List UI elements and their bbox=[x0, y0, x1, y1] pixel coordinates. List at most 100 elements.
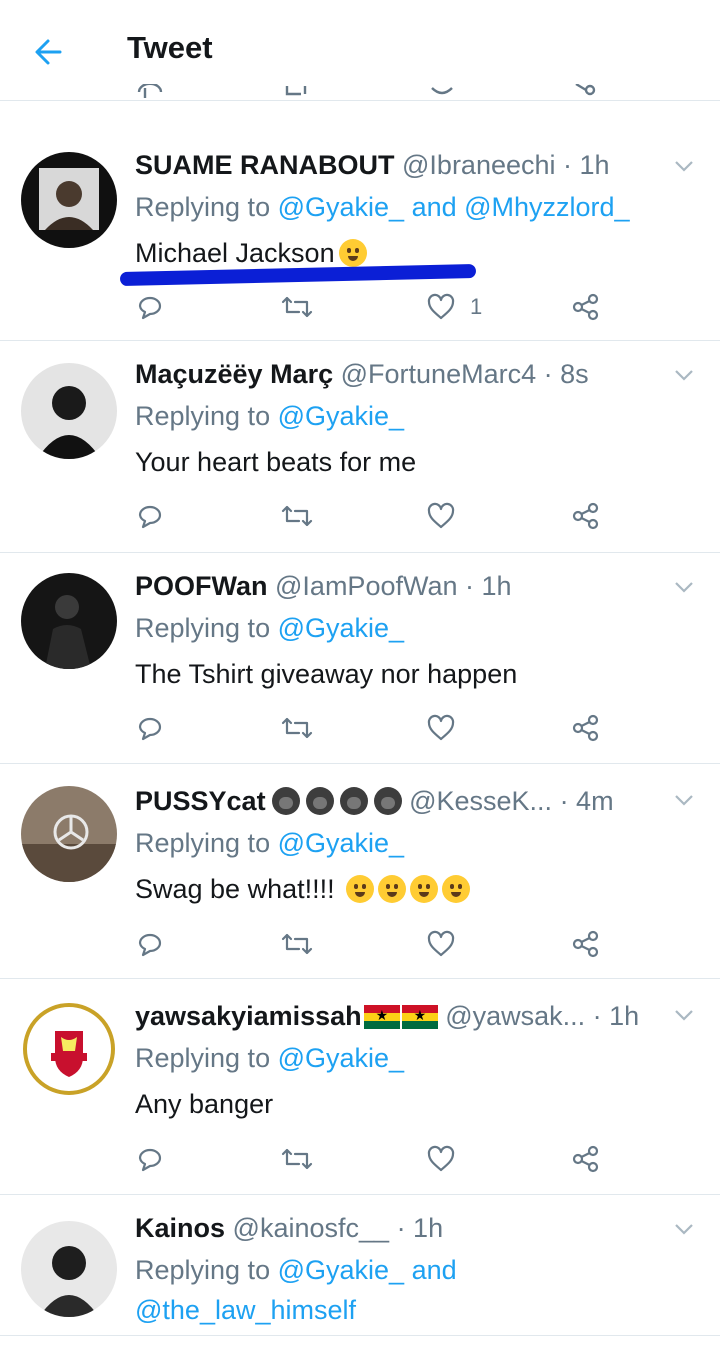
tweet-text: Any banger bbox=[135, 1089, 274, 1119]
user-handle: @yawsak... bbox=[445, 1001, 586, 1031]
share-icon bbox=[572, 502, 599, 530]
reply-icon bbox=[138, 505, 162, 529]
chevron-down-icon[interactable] bbox=[670, 1215, 698, 1243]
reply-icon[interactable] bbox=[135, 84, 165, 101]
reply-button[interactable] bbox=[135, 289, 165, 325]
gorilla-emoji-icon bbox=[271, 787, 300, 815]
retweet-icon[interactable] bbox=[281, 84, 317, 101]
retweet-icon bbox=[281, 1148, 313, 1170]
avatar[interactable] bbox=[21, 363, 117, 459]
replying-to-label: Replying to bbox=[135, 401, 271, 431]
avatar[interactable] bbox=[21, 573, 117, 669]
user-handle: @Ibraneechi bbox=[402, 150, 556, 180]
page-title: Tweet bbox=[127, 30, 213, 65]
share-button[interactable] bbox=[571, 710, 601, 746]
share-button[interactable] bbox=[571, 926, 601, 962]
chevron-down-icon[interactable] bbox=[670, 573, 698, 601]
replying-to-label: Replying to bbox=[135, 828, 271, 858]
display-name[interactable]: Maçuzëëy Març bbox=[135, 359, 333, 389]
shushing-emoji-icon bbox=[378, 875, 407, 903]
retweet-button[interactable] bbox=[279, 926, 315, 962]
like-button[interactable] bbox=[426, 710, 456, 746]
retweet-icon bbox=[281, 296, 313, 318]
reply-tweet[interactable]: SUAME RANABOUT @Ibraneechi · 1h Replying… bbox=[0, 132, 720, 341]
retweet-button[interactable] bbox=[279, 498, 315, 534]
reply-tweet[interactable]: yawsakyiamissah @yawsak... · 1h Replying… bbox=[0, 979, 720, 1195]
tweet-actions: 1 bbox=[0, 289, 720, 325]
timestamp: · 8s bbox=[543, 359, 589, 389]
reply-button[interactable] bbox=[135, 498, 165, 534]
mention-link[interactable]: @Gyakie_ bbox=[278, 828, 404, 858]
tweet-text: Michael Jackson bbox=[135, 238, 335, 268]
reply-tweet[interactable]: PUSSYcat @KesseK... · 4m Replying to @Gy… bbox=[0, 764, 720, 979]
like-button[interactable] bbox=[426, 498, 456, 534]
tweet-text: The Tshirt giveaway nor happen bbox=[135, 659, 518, 689]
gorilla-emoji-icon bbox=[339, 787, 368, 815]
top-bar: Tweet bbox=[0, 0, 720, 101]
reply-button[interactable] bbox=[135, 926, 165, 962]
display-name[interactable]: SUAME RANABOUT bbox=[135, 150, 395, 180]
retweet-button[interactable] bbox=[279, 1141, 315, 1177]
chevron-down-icon[interactable] bbox=[670, 786, 698, 814]
avatar[interactable] bbox=[21, 152, 117, 248]
mention-link[interactable]: @the_law_himself bbox=[135, 1293, 356, 1327]
display-name[interactable]: Kainos bbox=[135, 1213, 225, 1243]
replying-to: Replying to @Gyakie_ and @Mhyzzlord_ bbox=[135, 190, 630, 224]
previous-tweet-actions bbox=[0, 84, 720, 101]
like-button[interactable] bbox=[426, 926, 456, 962]
laughing-emoji-icon bbox=[338, 239, 367, 267]
chevron-down-icon[interactable] bbox=[670, 152, 698, 180]
retweet-button[interactable] bbox=[279, 710, 315, 746]
tweet-text: Swag be what!!!! bbox=[135, 874, 335, 904]
display-name[interactable]: POOFWan bbox=[135, 571, 268, 601]
replying-to: Replying to @Gyakie_ bbox=[135, 611, 404, 645]
display-name[interactable]: PUSSYcat bbox=[135, 786, 266, 816]
share-button[interactable] bbox=[571, 498, 601, 534]
display-name[interactable]: yawsakyiamissah bbox=[135, 1001, 362, 1031]
heart-icon bbox=[427, 293, 455, 320]
tweet-actions bbox=[0, 498, 720, 534]
chevron-down-icon[interactable] bbox=[670, 361, 698, 389]
share-icon[interactable] bbox=[572, 84, 602, 101]
avatar[interactable] bbox=[21, 1001, 117, 1097]
avatar[interactable] bbox=[21, 1221, 117, 1317]
tweet-actions bbox=[0, 926, 720, 962]
arrow-left-icon[interactable] bbox=[30, 32, 70, 72]
retweet-icon bbox=[281, 933, 313, 955]
share-button[interactable] bbox=[571, 289, 601, 325]
mention-link[interactable]: @Gyakie_ and @Mhyzzlord_ bbox=[278, 192, 630, 222]
timestamp: · 4m bbox=[559, 786, 614, 816]
retweet-button[interactable] bbox=[279, 289, 315, 325]
share-icon bbox=[572, 1145, 599, 1173]
heart-icon bbox=[427, 502, 455, 529]
replying-to-label: Replying to bbox=[135, 1043, 271, 1073]
mention-link[interactable]: @Gyakie_ bbox=[278, 401, 404, 431]
like-count: 1 bbox=[470, 294, 483, 319]
heart-icon bbox=[427, 930, 455, 957]
share-button[interactable] bbox=[571, 1141, 601, 1177]
reply-icon bbox=[138, 296, 162, 320]
reply-button[interactable] bbox=[135, 710, 165, 746]
share-icon bbox=[572, 293, 599, 321]
like-button[interactable]: 1 bbox=[426, 289, 482, 325]
user-handle: @KesseK... bbox=[409, 786, 553, 816]
mention-link[interactable]: @Gyakie_ bbox=[278, 613, 404, 643]
mention-link[interactable]: @Gyakie_ and bbox=[278, 1255, 457, 1285]
tweet-actions bbox=[0, 1141, 720, 1177]
reply-tweet[interactable]: Kainos @kainosfc__ · 1h Replying to @Gya… bbox=[0, 1195, 720, 1336]
reply-tweet[interactable]: POOFWan @IamPoofWan · 1h Replying to @Gy… bbox=[0, 553, 720, 764]
like-button[interactable] bbox=[426, 1141, 456, 1177]
retweet-icon bbox=[281, 505, 313, 527]
user-handle: @kainosfc__ bbox=[232, 1213, 390, 1243]
retweet-icon bbox=[281, 717, 313, 739]
mention-link[interactable]: @Gyakie_ bbox=[278, 1043, 404, 1073]
user-handle: @IamPoofWan bbox=[275, 571, 458, 601]
gorilla-emoji-icon bbox=[373, 787, 402, 815]
timestamp: · 1h bbox=[563, 150, 610, 180]
avatar[interactable] bbox=[21, 786, 117, 882]
share-icon bbox=[572, 714, 599, 742]
reply-tweet[interactable]: Maçuzëëy Març @FortuneMarc4 · 8s Replyin… bbox=[0, 341, 720, 553]
reply-button[interactable] bbox=[135, 1141, 165, 1177]
heart-icon[interactable] bbox=[427, 84, 457, 101]
chevron-down-icon[interactable] bbox=[670, 1001, 698, 1029]
